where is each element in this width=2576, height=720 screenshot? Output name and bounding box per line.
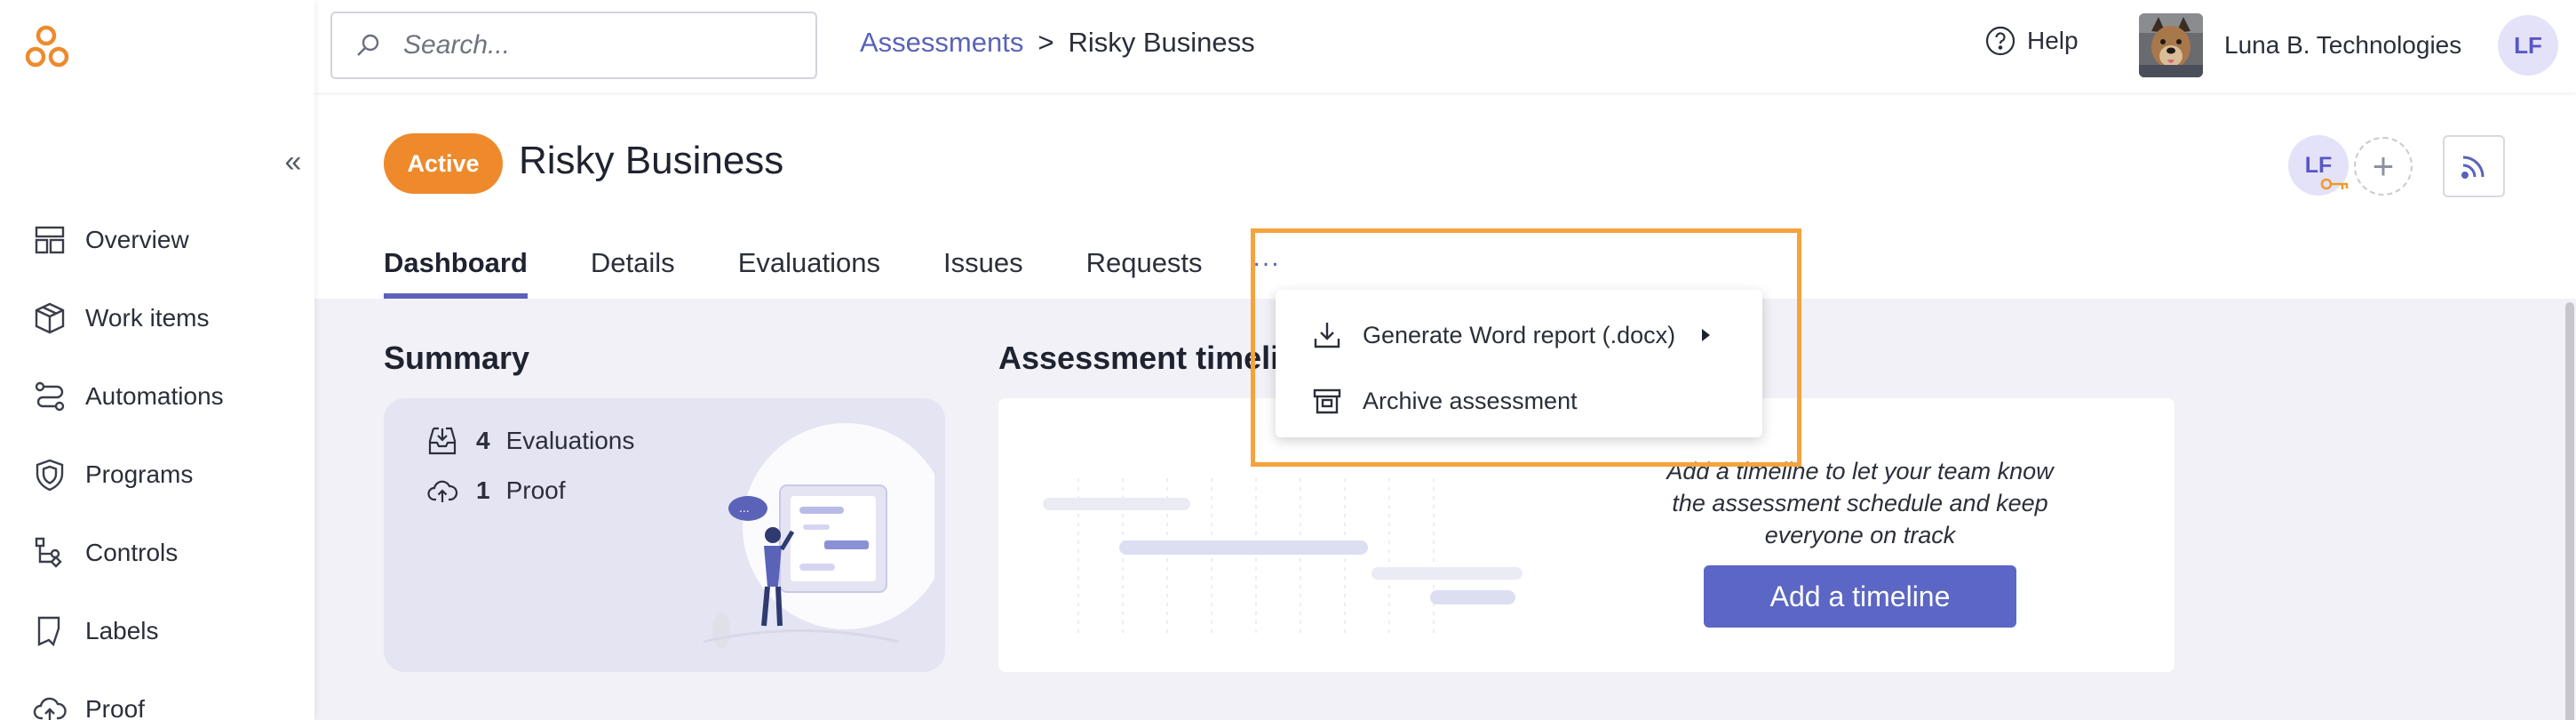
sidebar-item-label: Labels <box>85 617 159 644</box>
help-button[interactable]: Help <box>1984 25 2079 57</box>
add-timeline-button[interactable]: Add a timeline <box>1704 565 2016 628</box>
user-avatar[interactable]: LF <box>2498 15 2558 76</box>
status-badge: Active <box>384 133 503 194</box>
help-label: Help <box>2027 27 2079 54</box>
svg-text:...: ... <box>739 500 750 515</box>
sidebar: « Overview Work items Automations Progra… <box>0 0 314 720</box>
org-avatar-dog-image <box>2139 13 2203 77</box>
summary-card: 4 Evaluations 1 Proof ... <box>384 398 945 672</box>
breadcrumb-current: Risky Business <box>1068 27 1255 58</box>
top-header: Assessments > Risky Business Help Luna B… <box>314 0 2576 92</box>
sidebar-item-overview[interactable]: Overview <box>0 201 314 279</box>
tab-dashboard[interactable]: Dashboard <box>384 238 528 299</box>
timeline-empty-text: Add a timeline to let your team know the… <box>1666 458 2054 548</box>
collapse-sidebar-button[interactable]: « <box>279 144 307 180</box>
stat-count: 4 <box>476 427 490 454</box>
search-input[interactable] <box>403 30 794 60</box>
stat-evaluations[interactable]: 4 Evaluations <box>426 425 634 457</box>
sidebar-item-proof[interactable]: Proof <box>0 670 314 720</box>
search-box[interactable] <box>330 12 817 79</box>
flow-icon <box>35 537 62 568</box>
tab-details[interactable]: Details <box>591 238 675 299</box>
sidebar-item-work-items[interactable]: Work items <box>0 279 314 357</box>
timeline-card: Add a timeline to let your team know the… <box>998 398 2174 672</box>
assessment-header: Active Risky Business LF + Dashboard Det… <box>314 92 2576 299</box>
org-switcher[interactable]: Luna B. Technologies <box>2139 13 2461 77</box>
question-circle-icon <box>1985 26 2015 56</box>
page-title: Risky Business <box>519 139 784 182</box>
org-name: Luna B. Technologies <box>2224 31 2462 59</box>
stat-label: Evaluations <box>505 427 635 454</box>
breadcrumb-assessments-link[interactable]: Assessments <box>860 27 1023 59</box>
sidebar-item-automations[interactable]: Automations <box>0 357 314 436</box>
cloud-upload-icon <box>427 480 458 502</box>
rss-icon <box>2461 156 2485 179</box>
inbox-download-icon <box>428 427 457 455</box>
menu-item-label: Generate Word report (.docx) <box>1363 321 1676 348</box>
sidebar-item-label: Overview <box>85 226 189 253</box>
tab-bar: Dashboard Details Evaluations Issues Req… <box>384 238 1281 299</box>
download-icon <box>1314 323 1340 348</box>
layout-icon <box>35 226 65 254</box>
rss-feed-button[interactable] <box>2443 135 2505 197</box>
summary-title: Summary <box>384 340 530 376</box>
stat-proof[interactable]: 1 Proof <box>426 475 566 507</box>
sidebar-item-label: Automations <box>85 382 224 410</box>
sidebar-item-label: Controls <box>85 539 179 566</box>
caret-right-icon <box>1702 329 1711 341</box>
archive-icon <box>1313 388 1341 414</box>
timeline-title: Assessment timeline <box>998 340 1317 376</box>
stat-label: Proof <box>505 476 566 504</box>
cloud-upload-icon <box>33 697 67 720</box>
scrollbar[interactable] <box>2562 299 2576 720</box>
key-icon <box>2320 178 2349 190</box>
sidebar-item-label: Proof <box>85 695 145 720</box>
sidebar-item-programs[interactable]: Programs <box>0 436 314 514</box>
route-icon <box>35 381 65 412</box>
tab-issues[interactable]: Issues <box>943 238 1023 299</box>
presentation-illustration: ... <box>703 423 934 649</box>
more-actions-menu: Generate Word report (.docx) Archive ass… <box>1276 290 1762 437</box>
box-icon <box>35 302 65 334</box>
bookmark-icon <box>37 616 60 647</box>
tab-requests[interactable]: Requests <box>1086 238 1203 299</box>
menu-item-generate-word-report[interactable]: Generate Word report (.docx) <box>1276 302 1762 368</box>
add-member-button[interactable]: + <box>2354 137 2413 196</box>
more-tabs-button[interactable]: ... <box>1253 238 1281 299</box>
breadcrumb: Assessments > Risky Business <box>860 27 1255 59</box>
search-icon <box>357 34 379 56</box>
sidebar-item-labels[interactable]: Labels <box>0 592 314 670</box>
stat-count: 1 <box>476 476 490 504</box>
sidebar-item-label: Programs <box>85 460 194 488</box>
sidebar-item-label: Work items <box>85 304 210 332</box>
tab-evaluations[interactable]: Evaluations <box>738 238 880 299</box>
app-logo-icon[interactable] <box>23 23 73 73</box>
sidebar-item-controls[interactable]: Controls <box>0 514 314 592</box>
scrollbar-thumb[interactable] <box>2565 302 2574 720</box>
menu-item-label: Archive assessment <box>1363 387 1578 414</box>
shield-icon <box>36 459 64 492</box>
breadcrumb-separator: > <box>1038 27 1054 58</box>
timeline-placeholder-illustration <box>1043 478 1523 638</box>
sidebar-nav: Overview Work items Automations Programs… <box>0 201 314 720</box>
menu-item-archive-assessment[interactable]: Archive assessment <box>1276 368 1762 434</box>
